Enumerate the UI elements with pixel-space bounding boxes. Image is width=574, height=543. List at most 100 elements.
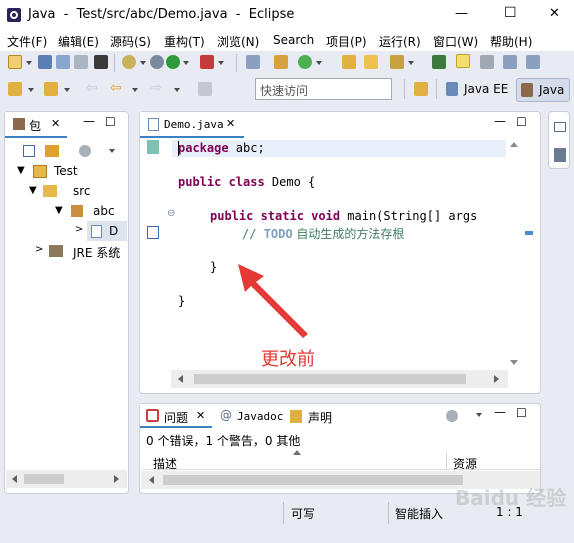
pin-editor-icon[interactable] (198, 82, 212, 96)
new-package-icon[interactable] (298, 55, 312, 69)
chevron-down-icon[interactable] (476, 413, 482, 417)
view-menu-icon[interactable] (446, 410, 458, 422)
next-annotation-icon[interactable] (432, 55, 446, 69)
chevron-down-icon[interactable] (316, 61, 322, 65)
chevron-down-icon[interactable] (174, 88, 180, 92)
maximize-button[interactable]: ☐ (504, 5, 517, 21)
tree-item-jre[interactable]: JRE 系统 (73, 244, 120, 261)
menu-project[interactable]: 项目(P) (326, 33, 367, 50)
column-divider[interactable] (446, 452, 447, 470)
code-line-5[interactable]: } (210, 260, 217, 274)
chevron-down-icon[interactable] (408, 61, 414, 65)
tree-item-src[interactable]: src (73, 184, 91, 198)
maximize-view-icon[interactable]: ☐ (516, 406, 527, 420)
warning-marker-icon[interactable] (525, 231, 533, 235)
menu-refactor[interactable]: 重构(T) (164, 33, 205, 50)
tree-item-test[interactable]: Test (54, 164, 78, 178)
close-icon[interactable]: ✕ (51, 117, 60, 130)
scroll-up-icon[interactable] (510, 142, 518, 147)
column-description[interactable]: 描述 (153, 455, 177, 472)
code-line-6[interactable]: } (178, 294, 185, 308)
scroll-left-icon[interactable] (178, 375, 183, 383)
paragraph-icon[interactable] (526, 55, 540, 69)
search-icon[interactable] (390, 55, 404, 69)
menu-navigate[interactable]: 浏览(N) (217, 33, 259, 50)
menu-help[interactable]: 帮助(H) (490, 33, 532, 50)
code-line-4[interactable]: // TODO 自动生成的方法存根 (242, 225, 404, 242)
minimize-view-icon[interactable]: — (494, 114, 506, 128)
chevron-down-icon[interactable] (218, 61, 224, 65)
editor-tab[interactable]: Demo.java ✕ (140, 112, 244, 138)
chevron-down-icon[interactable] (132, 88, 138, 92)
external-tools-icon[interactable] (200, 55, 214, 69)
horizontal-scrollbar[interactable] (6, 470, 127, 488)
close-icon[interactable]: ✕ (196, 409, 205, 422)
last-edit-icon[interactable] (8, 82, 22, 96)
chevron-down-icon[interactable] (140, 61, 146, 65)
forward-icon[interactable]: ⇨ (150, 80, 162, 96)
show-whitespace-icon[interactable] (503, 55, 517, 69)
minimize-view-icon[interactable]: — (83, 114, 95, 128)
maximize-view-icon[interactable]: ☐ (516, 115, 527, 129)
restore-icon[interactable] (554, 122, 566, 132)
link-editor-icon[interactable] (45, 145, 59, 157)
back-icon[interactable]: ⇦ (110, 80, 122, 96)
task-marker-icon[interactable] (147, 226, 159, 239)
menu-window[interactable]: 窗口(W) (433, 33, 478, 50)
scroll-left-icon[interactable] (149, 476, 154, 484)
chevron-down-icon[interactable] (26, 61, 32, 65)
chevron-down-icon[interactable] (64, 88, 70, 92)
maximize-view-icon[interactable]: ☐ (105, 115, 116, 129)
menu-edit[interactable]: 编辑(E) (58, 33, 99, 50)
code-line-2[interactable]: public class Demo { (178, 175, 315, 189)
collapse-icon[interactable]: > (75, 224, 83, 235)
open-folder-icon[interactable] (364, 55, 378, 69)
perspective-java-active[interactable]: Java (516, 78, 570, 102)
chevron-down-icon[interactable] (28, 88, 34, 92)
run-icon[interactable] (166, 55, 180, 69)
view-menu-icon[interactable] (79, 145, 91, 157)
scroll-thumb[interactable] (163, 475, 463, 485)
scroll-right-icon[interactable] (114, 475, 119, 483)
scroll-left-icon[interactable] (12, 475, 17, 483)
close-icon[interactable]: ✕ (226, 117, 235, 130)
declaration-tab[interactable]: 声明 (308, 409, 332, 426)
code-line-1[interactable]: package abc; (178, 141, 265, 155)
expand-icon[interactable]: ▼ (55, 205, 63, 216)
tree-item-demo-java[interactable]: D (87, 221, 127, 241)
column-resource[interactable]: 资源 (453, 455, 477, 472)
terminal-icon[interactable] (94, 55, 108, 69)
scroll-thumb[interactable] (194, 374, 466, 384)
tree-item-abc[interactable]: abc (93, 204, 115, 218)
perspective-java-ee[interactable]: Java EE (464, 82, 508, 96)
block-selection-icon[interactable] (480, 55, 494, 69)
up-icon[interactable] (44, 82, 58, 96)
open-type-icon[interactable] (342, 55, 356, 69)
save-icon[interactable] (38, 55, 52, 69)
expand-icon[interactable]: ▼ (17, 165, 25, 176)
mark-occurrences-icon[interactable] (456, 54, 470, 68)
outline-icon[interactable] (554, 148, 566, 162)
toggle-breakpoint-icon[interactable] (246, 55, 260, 69)
menu-source[interactable]: 源码(S) (110, 33, 151, 50)
collapse-all-icon[interactable] (23, 145, 35, 157)
problems-tab[interactable]: 问题 ✕ (140, 404, 212, 428)
debug-config-icon[interactable] (122, 55, 136, 69)
new-class-icon[interactable] (274, 55, 288, 69)
fold-icon[interactable]: ⊖ (167, 208, 175, 219)
menu-search[interactable]: Search (273, 33, 314, 47)
expand-icon[interactable]: ▼ (29, 185, 37, 196)
code-line-3[interactable]: public static void main(String[] args (210, 209, 506, 223)
scroll-right-icon[interactable] (494, 375, 499, 383)
package-explorer-tab[interactable]: 包 ✕ (5, 112, 67, 138)
java-ee-perspective-icon[interactable] (446, 82, 458, 96)
minimize-view-icon[interactable]: — (494, 405, 506, 419)
editor-horizontal-scrollbar[interactable] (171, 370, 508, 388)
new-icon[interactable] (8, 55, 22, 69)
scroll-down-icon[interactable] (510, 360, 518, 365)
menu-file[interactable]: 文件(F) (7, 33, 47, 50)
scroll-thumb[interactable] (24, 474, 64, 484)
close-button[interactable]: ✕ (549, 6, 560, 21)
minimize-button[interactable]: — (455, 6, 468, 21)
menu-run[interactable]: 运行(R) (379, 33, 421, 50)
